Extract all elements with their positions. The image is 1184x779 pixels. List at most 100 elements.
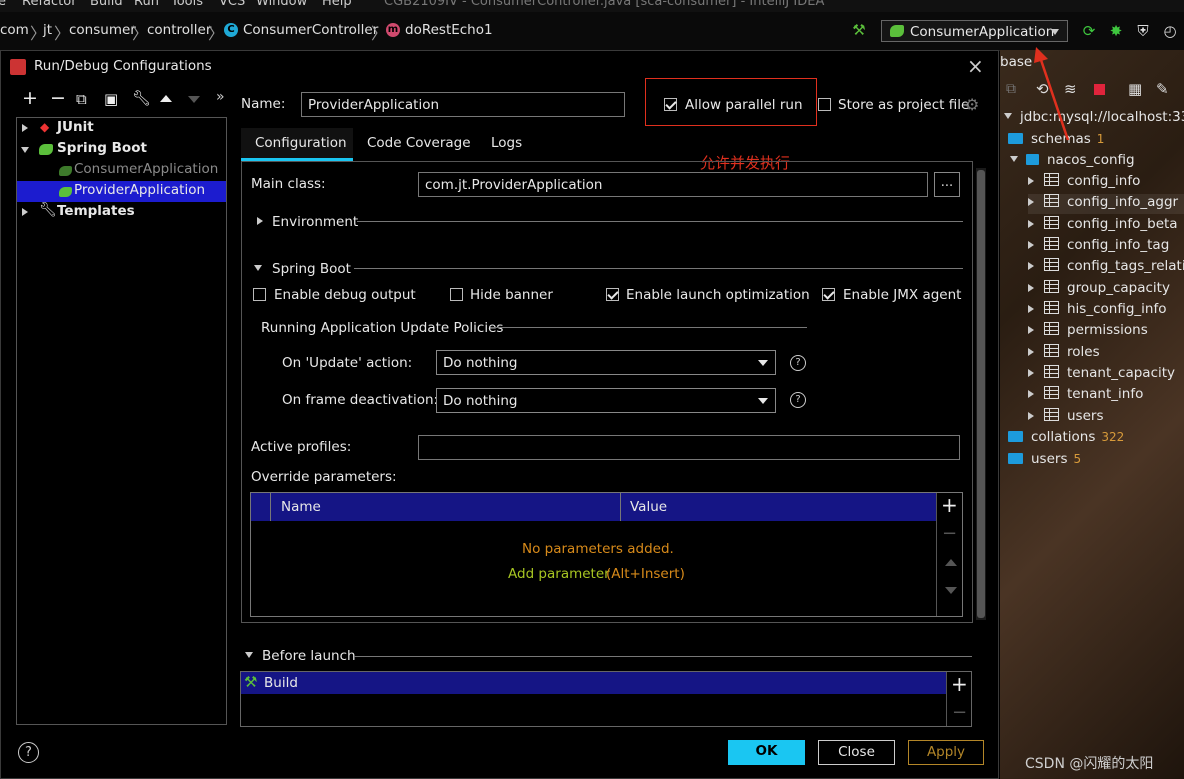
enable-jmx-agent-label: Enable JMX agent	[843, 287, 962, 303]
tab-logs[interactable]: Logs	[491, 135, 522, 151]
store-as-project-file-checkbox[interactable]	[818, 98, 831, 111]
breadcrumb-jt[interactable]: jt	[43, 22, 52, 38]
on-update-select[interactable]: Do nothing	[436, 350, 776, 375]
enable-jmx-agent-checkbox[interactable]	[822, 288, 835, 301]
table-node[interactable]: tenant_info	[1028, 386, 1143, 406]
add-icon[interactable]: +	[22, 87, 38, 109]
table-node[interactable]: roles	[1028, 344, 1100, 364]
scrollbar-track[interactable]	[976, 168, 986, 620]
column-header-value[interactable]: Value	[630, 499, 667, 515]
tab-configuration[interactable]: Configuration	[241, 128, 353, 161]
move-up-icon[interactable]	[160, 95, 172, 102]
edit-icon[interactable]: ✎	[1156, 80, 1169, 98]
help-icon[interactable]: ?	[790, 355, 806, 371]
menu-build[interactable]: Build	[90, 0, 123, 9]
active-profiles-input[interactable]	[418, 435, 960, 460]
chevron-right-icon	[1028, 220, 1034, 228]
environment-section[interactable]: Environment	[272, 214, 358, 230]
scrollbar-thumb[interactable]	[977, 170, 985, 618]
table-node[interactable]: tenant_capacity	[1028, 365, 1175, 385]
list-item[interactable]: ⚒ Build	[241, 672, 946, 694]
table-node[interactable]: permissions	[1028, 322, 1148, 342]
tab-code-coverage[interactable]: Code Coverage	[367, 135, 471, 151]
move-up-icon[interactable]	[945, 559, 957, 566]
menu-item[interactable]: e	[0, 0, 6, 9]
hammer-build-icon[interactable]: ⚒	[850, 21, 868, 39]
table-node[interactable]: config_info_beta	[1028, 216, 1178, 236]
help-icon[interactable]: ?	[18, 742, 39, 763]
remove-parameter-icon[interactable]: −	[942, 523, 957, 544]
spring-boot-section[interactable]: Spring Boot	[272, 261, 351, 277]
browse-button[interactable]: ...	[934, 172, 960, 197]
divider	[936, 493, 937, 616]
table-node[interactable]: config_tags_relation	[1028, 258, 1184, 278]
users-node[interactable]: users 5	[1008, 451, 1081, 471]
gear-icon[interactable]: ⚙	[965, 95, 979, 114]
schema-node[interactable]: nacos_config	[1010, 152, 1135, 172]
help-icon[interactable]: ?	[790, 392, 806, 408]
save-icon[interactable]: ▣	[104, 90, 118, 108]
menu-vcs[interactable]: VCS	[219, 0, 245, 9]
column-header-name[interactable]: Name	[281, 499, 321, 515]
close-button[interactable]: Close	[818, 740, 895, 765]
allow-parallel-run-checkbox[interactable]	[664, 98, 677, 111]
table-node[interactable]: config_info	[1028, 173, 1140, 193]
chevron-down-icon[interactable]	[245, 652, 253, 658]
menu-tools[interactable]: Tools	[171, 0, 203, 9]
hide-banner-checkbox[interactable]	[450, 288, 463, 301]
collations-node[interactable]: collations 322	[1008, 429, 1124, 449]
move-down-icon[interactable]	[188, 96, 200, 103]
menu-run[interactable]: Run	[134, 0, 159, 9]
menu-refactor[interactable]: Refactor	[22, 0, 77, 9]
chevron-down-icon[interactable]	[254, 265, 262, 271]
copy-icon[interactable]: ⧉	[1006, 81, 1016, 97]
chevron-right-icon[interactable]	[257, 217, 263, 225]
menu-window[interactable]: Window	[256, 0, 307, 9]
table-node[interactable]: config_info_tag	[1028, 237, 1169, 257]
tree-item-provider-application[interactable]: ProviderApplication	[17, 181, 226, 202]
move-down-icon[interactable]	[945, 587, 957, 594]
table-node[interactable]: config_info_aggr	[1028, 194, 1184, 214]
coverage-shield-icon[interactable]: ⛨	[1134, 22, 1152, 40]
wrench-icon[interactable]: 🔧︎	[132, 89, 151, 107]
remove-task-icon[interactable]: −	[952, 702, 967, 723]
chevron-right-icon	[1028, 348, 1034, 356]
run-configuration-selector[interactable]: ConsumerApplication	[881, 20, 1068, 42]
add-parameter-link[interactable]: Add parameter	[508, 566, 610, 582]
table-node[interactable]: group_capacity	[1028, 280, 1170, 300]
apply-button[interactable]: Apply	[908, 740, 984, 765]
copy-icon[interactable]: ⧉	[76, 90, 87, 108]
enable-debug-output-checkbox[interactable]	[253, 288, 266, 301]
breadcrumb-controller[interactable]: controller	[147, 22, 211, 38]
on-frame-deactivation-select[interactable]: Do nothing	[436, 388, 776, 413]
profiler-icon[interactable]: ◴	[1161, 22, 1179, 40]
remove-icon[interactable]: −	[50, 87, 66, 109]
breadcrumb-consumer[interactable]: consumer	[69, 22, 136, 38]
before-launch-section[interactable]: Before launch	[262, 648, 356, 664]
debug-bug-icon[interactable]: ✸	[1107, 22, 1125, 40]
tree-item-consumer-application[interactable]: ConsumerApplication	[17, 160, 226, 181]
table-node[interactable]: his_config_info	[1028, 301, 1166, 321]
more-icon[interactable]: »	[216, 89, 225, 105]
breadcrumb-method[interactable]: doRestEcho1	[405, 22, 493, 38]
enable-launch-optimization-label: Enable launch optimization	[626, 287, 810, 303]
ok-button[interactable]: OK	[728, 740, 805, 765]
stop-icon[interactable]	[1094, 84, 1105, 95]
add-task-icon[interactable]: +	[951, 672, 968, 696]
table-view-icon[interactable]: ▦	[1128, 80, 1142, 98]
tree-item-templates[interactable]: 🔧︎ Templates	[17, 202, 226, 223]
chevron-right-icon	[22, 124, 28, 132]
table-node[interactable]: users	[1028, 408, 1103, 428]
tree-item-spring-boot[interactable]: Spring Boot	[17, 139, 226, 160]
name-input[interactable]	[301, 92, 625, 117]
intellij-logo-icon	[10, 59, 26, 75]
add-parameter-icon[interactable]: +	[941, 493, 958, 517]
breadcrumb-com[interactable]: com	[0, 22, 29, 38]
main-class-input[interactable]	[418, 172, 928, 197]
close-icon[interactable]: ×	[967, 54, 984, 78]
tree-item-junit[interactable]: ◆ JUnit	[17, 118, 226, 139]
enable-launch-optimization-checkbox[interactable]	[606, 288, 619, 301]
rerun-icon[interactable]: ⟳	[1080, 22, 1098, 40]
menu-help[interactable]: Help	[322, 0, 352, 9]
breadcrumb-consumer-controller[interactable]: ConsumerController	[243, 22, 378, 38]
